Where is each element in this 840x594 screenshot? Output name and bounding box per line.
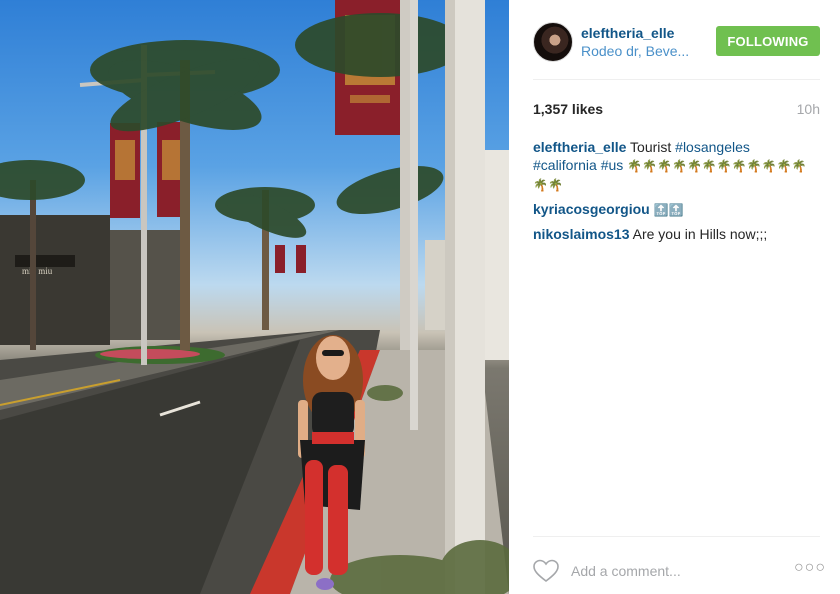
post-details-panel: eleftheria_elle Rodeo dr, Beve... FOLLOW… <box>509 0 840 594</box>
add-comment-input[interactable] <box>571 561 771 581</box>
likes-count[interactable]: 1,357 likes <box>533 101 603 117</box>
post-timestamp[interactable]: 10h <box>797 101 820 117</box>
post-location[interactable]: Rodeo dr, Beve... <box>581 43 701 59</box>
hashtag-us[interactable]: #us <box>601 157 624 173</box>
user-avatar[interactable] <box>533 22 573 62</box>
comment-item: nikoslaimos13 Are you in Hills now;;; <box>533 225 816 243</box>
comment-text: Are you in Hills now;;; <box>632 226 768 242</box>
heart-icon[interactable] <box>533 559 559 583</box>
comment-username[interactable]: nikoslaimos13 <box>533 226 630 242</box>
hashtag-california[interactable]: #california <box>533 157 597 173</box>
caption: eleftheria_elle Tourist #losangeles #cal… <box>533 138 816 194</box>
caption-username[interactable]: eleftheria_elle <box>533 139 626 155</box>
comment-item: kyriacosgeorgiou 🔝🔝 <box>533 200 816 219</box>
post-footer: ○○○ <box>533 536 825 594</box>
comment-text: 🔝🔝 <box>653 203 684 217</box>
street-scene-illustration: miu miu <box>0 0 509 594</box>
post-username[interactable]: eleftheria_elle <box>581 25 674 41</box>
likes-row: 1,357 likes 10h <box>533 101 820 119</box>
hashtag-losangeles[interactable]: #losangeles <box>675 139 750 155</box>
miu-miu-storefront-sign: miu miu <box>22 266 53 276</box>
post-photo[interactable]: miu miu <box>0 0 509 594</box>
more-options-icon[interactable]: ○○○ <box>794 559 825 581</box>
following-button[interactable]: FOLLOWING <box>716 26 820 56</box>
comment-username[interactable]: kyriacosgeorgiou <box>533 201 650 217</box>
comments-list: eleftheria_elle Tourist #losangeles #cal… <box>533 138 816 249</box>
caption-text: Tourist <box>630 139 672 155</box>
post-header: eleftheria_elle Rodeo dr, Beve... FOLLOW… <box>533 20 820 80</box>
